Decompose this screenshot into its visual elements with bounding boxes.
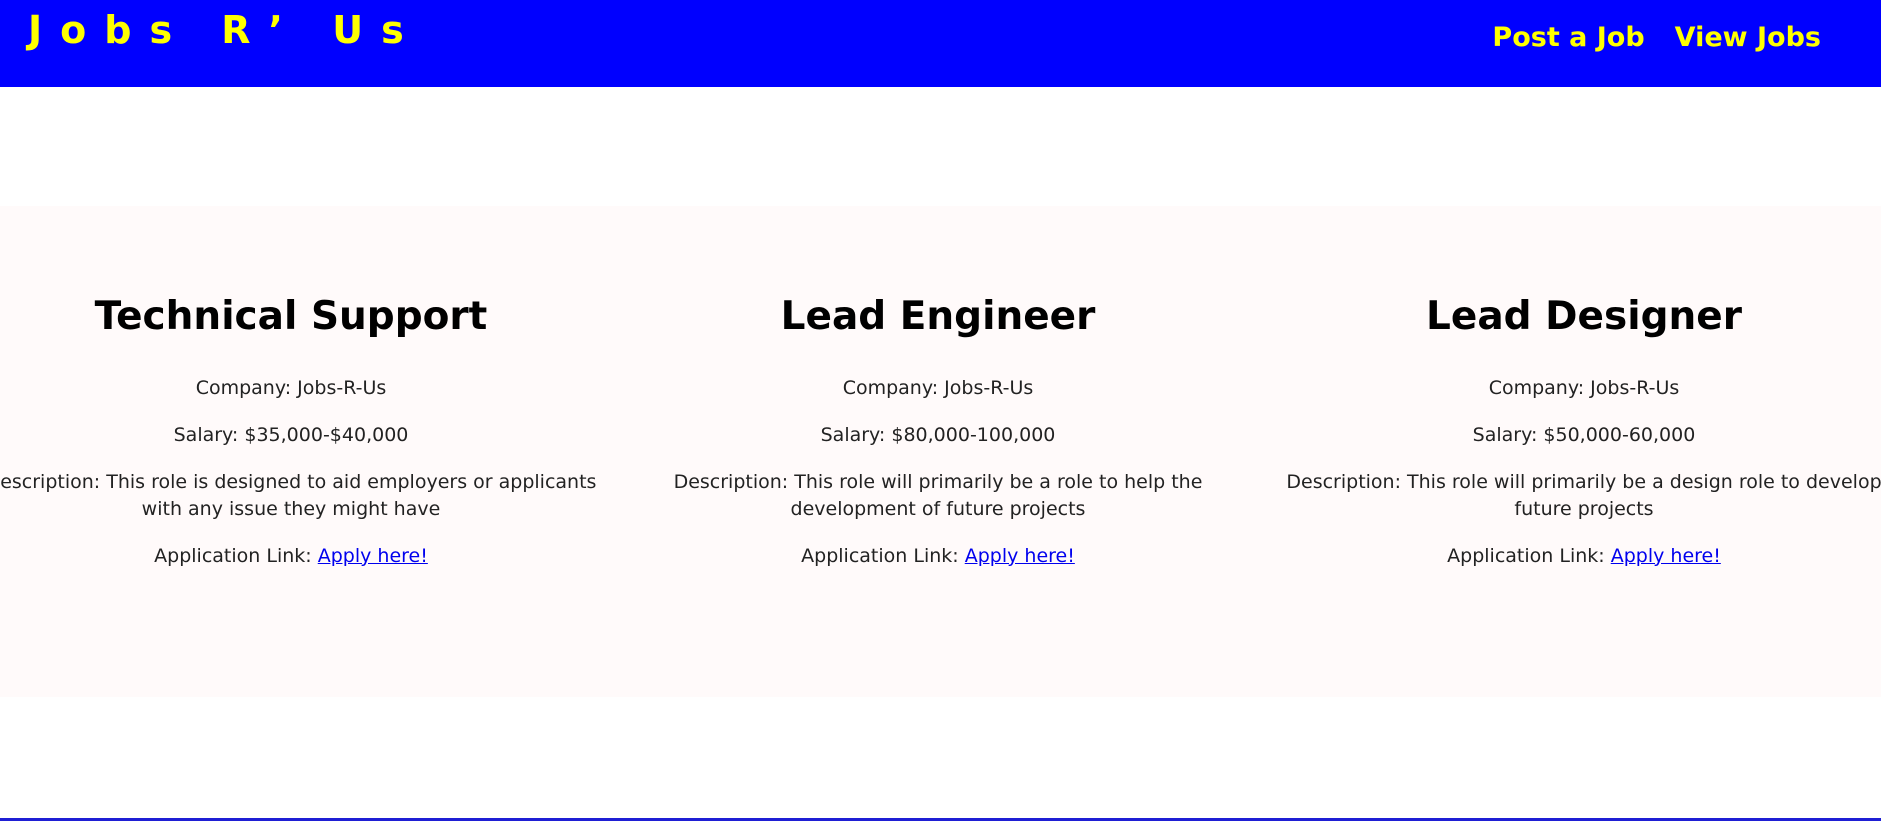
description-value: This role will primarily be a design rol…: [1407, 470, 1881, 520]
job-card-lead-designer: Lead Designer Company: Jobs-R-Us Salary:…: [1274, 206, 1881, 570]
job-card-lead-engineer: Lead Engineer Company: Jobs-R-Us Salary:…: [628, 206, 1248, 570]
job-listings: Technical Support Company: Jobs-R-Us Sal…: [0, 206, 1881, 697]
apply-link[interactable]: Apply here!: [1611, 545, 1721, 567]
top-navbar: Jobs R’ Us Post a Job View Jobs: [0, 0, 1881, 87]
job-description: Description: This role is designed to ai…: [0, 469, 601, 523]
description-value: This role is designed to aid employers o…: [106, 470, 597, 520]
application-label: Application Link:: [801, 544, 965, 567]
salary-value: $35,000-$40,000: [244, 423, 409, 446]
company-label: Company:: [1488, 376, 1591, 399]
view-jobs-link[interactable]: View Jobs: [1675, 22, 1821, 53]
job-card-technical-support: Technical Support Company: Jobs-R-Us Sal…: [0, 206, 601, 570]
description-label: Description:: [673, 470, 795, 493]
job-description: Description: This role will primarily be…: [1274, 469, 1881, 523]
company-value: Jobs-R-Us: [944, 376, 1034, 399]
description-label: Description:: [1286, 470, 1408, 493]
job-title: Technical Support: [94, 294, 488, 339]
apply-link[interactable]: Apply here!: [318, 545, 428, 567]
job-title: Lead Designer: [1426, 294, 1742, 339]
salary-label: Salary:: [1472, 423, 1544, 446]
description-label: Description:: [0, 470, 101, 493]
company-label: Company:: [195, 376, 298, 399]
description-value: This role will primarily be a role to he…: [790, 470, 1203, 520]
company-label: Company:: [842, 376, 945, 399]
job-company: Company: Jobs-R-Us: [0, 375, 601, 402]
salary-label: Salary:: [820, 423, 892, 446]
main-nav: Post a Job View Jobs: [1492, 22, 1821, 53]
salary-label: Salary:: [173, 423, 245, 446]
footer-divider: [0, 818, 1881, 821]
job-company: Company: Jobs-R-Us: [1274, 375, 1881, 402]
application-label: Application Link:: [1447, 544, 1611, 567]
job-salary: Salary: $50,000-60,000: [1274, 422, 1881, 449]
job-company: Company: Jobs-R-Us: [628, 375, 1248, 402]
job-application: Application Link: Apply here!: [1274, 543, 1881, 570]
job-salary: Salary: $80,000-100,000: [628, 422, 1248, 449]
application-label: Application Link:: [154, 544, 318, 567]
salary-value: $80,000-100,000: [891, 423, 1056, 446]
company-value: Jobs-R-Us: [1590, 376, 1680, 399]
job-title: Lead Engineer: [780, 294, 1096, 339]
salary-value: $50,000-60,000: [1543, 423, 1696, 446]
post-job-link[interactable]: Post a Job: [1492, 22, 1644, 53]
apply-link[interactable]: Apply here!: [965, 545, 1075, 567]
company-value: Jobs-R-Us: [297, 376, 387, 399]
job-application: Application Link: Apply here!: [628, 543, 1248, 570]
job-application: Application Link: Apply here!: [0, 543, 601, 570]
brand-logo-text[interactable]: Jobs R’ Us: [28, 8, 422, 52]
job-description: Description: This role will primarily be…: [628, 469, 1248, 523]
job-salary: Salary: $35,000-$40,000: [0, 422, 601, 449]
